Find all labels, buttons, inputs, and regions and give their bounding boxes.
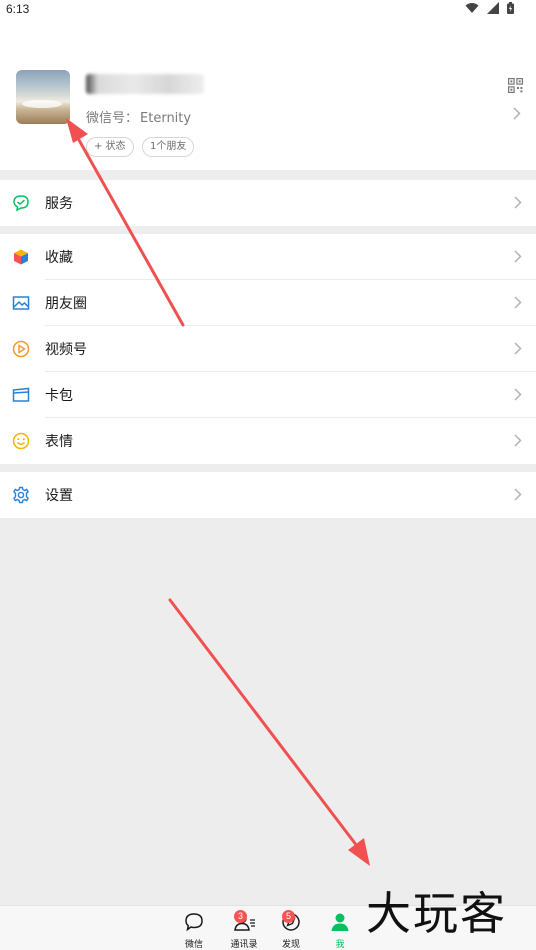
menu-item-moments[interactable]: 朋友圈: [0, 280, 536, 326]
status-bar: 6:13: [0, 0, 536, 18]
me-person-icon: [331, 913, 349, 931]
channels-play-icon: [12, 340, 30, 358]
chat-bubble-icon: [185, 913, 203, 932]
card-wallet-icon: [12, 387, 30, 402]
settings-gear-icon: [13, 486, 29, 504]
tab-contacts[interactable]: 3 通讯录: [224, 909, 264, 950]
menu-label-cards: 卡包: [45, 388, 73, 404]
wechat-id: 微信号： Eternity: [86, 107, 191, 126]
tab-label-contacts: 通讯录: [230, 940, 258, 950]
tab-label-discover: 发现: [281, 940, 300, 950]
menu-label-channels: 视频号: [45, 342, 87, 358]
tab-label-chats: 微信: [184, 940, 203, 950]
chevron-right-icon: [514, 250, 522, 263]
status-time: 6:13: [6, 2, 30, 16]
sticker-smile-icon: [12, 432, 30, 450]
chevron-right-icon: [514, 388, 522, 401]
status-icons: [461, 2, 514, 16]
chevron-right-icon: [514, 196, 522, 209]
contacts-badge: 3: [234, 910, 247, 923]
friends-count-tag[interactable]: 1个朋友: [142, 137, 195, 157]
menu-item-stickers[interactable]: 表情: [0, 418, 536, 464]
battery-icon: [507, 2, 514, 14]
signal-icon: [487, 2, 500, 14]
tab-label-me: 我: [335, 940, 345, 950]
menu-item-settings[interactable]: 设置: [0, 472, 536, 518]
services-icon: [13, 195, 29, 212]
menu-label-stickers: 表情: [45, 434, 73, 450]
chevron-right-icon: [514, 296, 522, 309]
wechat-id-label: 微信号：: [86, 111, 139, 126]
chevron-right-icon: [514, 434, 522, 447]
nickname-blurred: [86, 74, 204, 94]
moments-image-icon: [12, 296, 30, 310]
settings-group: 设置: [0, 472, 536, 518]
tab-me[interactable]: 我: [320, 909, 360, 950]
qr-code-icon[interactable]: [508, 78, 523, 93]
annotation-arrow-to-me-tab: [168, 598, 370, 866]
profile-header[interactable]: 微信号： Eternity + 状态 1个朋友: [0, 18, 536, 170]
chevron-right-icon: [514, 488, 522, 501]
avatar[interactable]: [16, 70, 70, 124]
watermark-logo: 大玩客: [366, 887, 508, 940]
menu-item-favorites[interactable]: 收藏: [0, 234, 536, 280]
menu-item-cards[interactable]: 卡包: [0, 372, 536, 418]
favorites-cube-icon: [14, 249, 28, 265]
wechat-id-value: Eternity: [140, 111, 192, 126]
menu-label-favorites: 收藏: [45, 250, 73, 266]
menu-label-settings: 设置: [45, 488, 73, 504]
status-tag-button[interactable]: + 状态: [86, 137, 134, 157]
chevron-right-icon: [513, 107, 521, 120]
tab-chats[interactable]: 微信: [174, 909, 214, 950]
services-group: 服务: [0, 180, 536, 226]
tab-discover[interactable]: 5 发现: [271, 909, 311, 950]
chevron-right-icon: [514, 342, 522, 355]
menu-item-services[interactable]: 服务: [0, 180, 536, 226]
wifi-icon: [465, 3, 479, 13]
menu-label-moments: 朋友圈: [45, 296, 87, 312]
menu-item-channels[interactable]: 视频号: [0, 326, 536, 372]
menu-label-services: 服务: [45, 196, 73, 212]
main-menu-group: 收藏 朋友圈 视频号 卡包 表情: [0, 234, 536, 464]
discover-badge: 5: [282, 910, 295, 923]
